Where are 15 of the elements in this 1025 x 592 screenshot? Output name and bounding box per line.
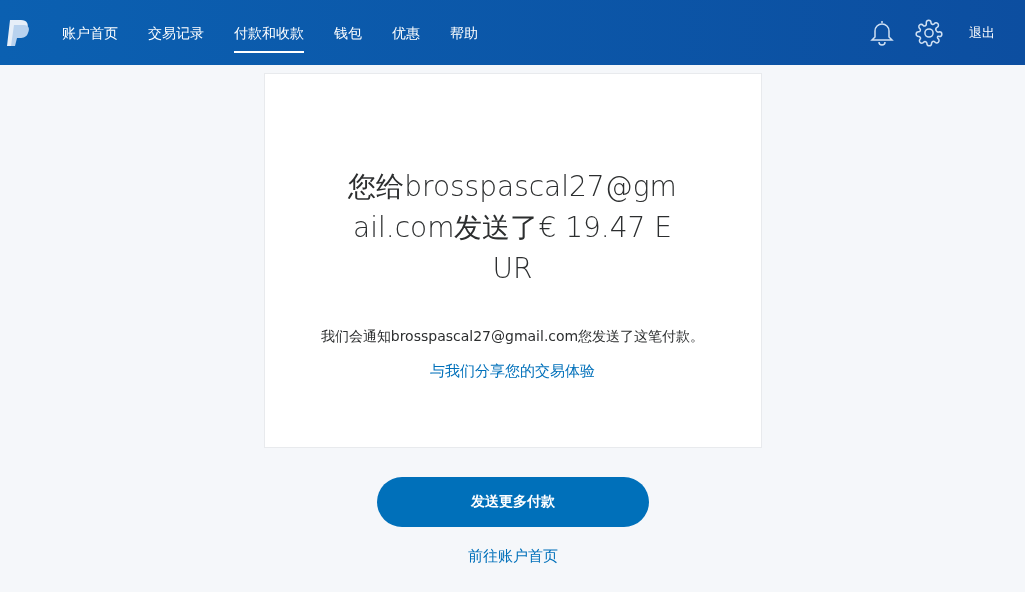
logo-icon[interactable] — [6, 18, 32, 47]
logout-link[interactable]: 退出 — [969, 23, 995, 42]
settings-icon[interactable] — [915, 18, 943, 47]
notification-message: 我们会通知brosspascal27@gmail.com您发送了这笔付款。 — [319, 327, 706, 346]
send-more-button[interactable]: 发送更多付款 — [376, 477, 649, 527]
account-home-link[interactable]: 前往账户首页 — [467, 547, 558, 566]
feedback-link[interactable]: 与我们分享您的交易体验 — [430, 362, 595, 381]
nav-tab[interactable]: 优惠 — [392, 16, 420, 53]
bell-icon[interactable] — [869, 18, 895, 47]
nav-tab[interactable]: 付款和收款 — [234, 16, 304, 53]
confirmation-heading: 您给brosspascal27@gmail.com发送了€ 19.47 EUR — [347, 169, 678, 287]
nav-tab[interactable]: 账户首页 — [62, 16, 118, 53]
nav-tab[interactable]: 钱包 — [334, 16, 362, 53]
nav-tab[interactable]: 帮助 — [450, 16, 478, 53]
nav-tab[interactable]: 交易记录 — [148, 16, 204, 53]
